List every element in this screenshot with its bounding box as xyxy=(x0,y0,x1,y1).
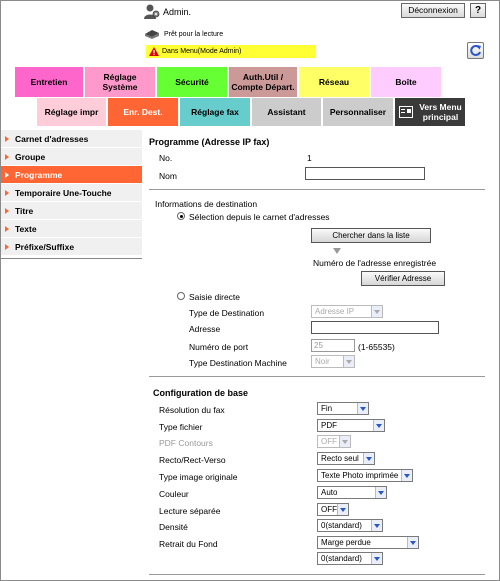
dest-type-select[interactable]: Adresse IP xyxy=(311,305,383,318)
dest-info-label: Informations de destination xyxy=(155,199,258,209)
no-label: No. xyxy=(159,153,173,163)
admin-mode-banner: Dans Menu(Mode Admin) xyxy=(146,45,316,58)
tab-enr-dest[interactable]: Enr. Dest. xyxy=(108,98,179,126)
dest-type-label: Type de Destination xyxy=(189,308,265,318)
address-label: Adresse xyxy=(189,324,221,334)
dropdown-arrow-icon xyxy=(371,553,382,564)
separate-scan-select[interactable]: OFF xyxy=(317,503,349,516)
help-button[interactable]: ? xyxy=(470,3,486,18)
dropdown-arrow-icon xyxy=(363,453,374,464)
duplex-select[interactable]: Recto seul xyxy=(317,452,375,465)
arrow-right-icon xyxy=(5,154,9,160)
dropdown-arrow-icon xyxy=(357,403,368,414)
tab-auth-compte[interactable]: Auth.Util / Compte Départ. xyxy=(229,67,298,97)
admin-user-icon xyxy=(144,4,160,19)
config-label-type-image: Type image originale xyxy=(159,472,238,482)
dropdown-arrow-icon xyxy=(375,487,386,498)
nom-input[interactable] xyxy=(305,167,425,180)
port-input[interactable]: 25 xyxy=(311,339,355,352)
dropdown-arrow-icon xyxy=(371,306,382,317)
search-list-button[interactable]: Chercher dans la liste xyxy=(311,228,431,243)
dropdown-arrow-icon xyxy=(373,420,384,431)
resolution-select[interactable]: Fin xyxy=(317,402,369,415)
admin-label: Admin. xyxy=(163,7,192,17)
mode-label: Dans Menu(Mode Admin) xyxy=(162,48,242,55)
scanner-icon xyxy=(145,30,159,39)
address-input[interactable] xyxy=(311,321,439,334)
port-range: (1-65535) xyxy=(358,342,395,352)
no-value: 1 xyxy=(307,153,312,163)
arrow-right-icon xyxy=(5,172,9,178)
radio-addressbook-label: Sélection depuis le carnet d'adresses xyxy=(189,212,330,222)
dropdown-arrow-icon xyxy=(343,356,354,367)
tab-reglage-systeme[interactable]: Réglage Système xyxy=(85,67,156,97)
sidebar: Carnet d'adresses Groupe Programme Tempo… xyxy=(1,130,142,256)
sidebar-item-prefixe-suffixe[interactable]: Préfixe/Suffixe xyxy=(1,238,142,256)
config-label-retrait-fond: Retrait du Fond xyxy=(159,539,218,549)
tab-reglage-impr[interactable]: Réglage impr xyxy=(37,98,107,126)
arrow-right-icon xyxy=(5,208,9,214)
machine-type-select[interactable]: Noir xyxy=(311,355,355,368)
divider xyxy=(149,189,485,190)
status-label: Prêt pour la lecture xyxy=(164,31,224,38)
sidebar-item-titre[interactable]: Titre xyxy=(1,202,142,220)
tab-reglage-fax[interactable]: Réglage fax xyxy=(180,98,251,126)
machine-type-label: Type Destination Machine xyxy=(189,358,287,368)
port-label: Numéro de port xyxy=(189,342,249,352)
arrow-right-icon xyxy=(5,136,9,142)
dropdown-arrow-icon xyxy=(339,436,350,447)
background-removal-select[interactable]: Marge perdue xyxy=(317,536,419,549)
refresh-button[interactable] xyxy=(467,42,484,59)
color-select[interactable]: Auto xyxy=(317,486,387,499)
config-label-couleur: Couleur xyxy=(159,489,189,499)
sidebar-divider xyxy=(1,258,142,259)
tab-reseau[interactable]: Réseau xyxy=(299,67,370,97)
tab-securite[interactable]: Sécurité xyxy=(157,67,228,97)
arrow-right-icon xyxy=(5,244,9,250)
tab-boite[interactable]: Boîte xyxy=(371,67,442,97)
logout-button[interactable]: Déconnexion xyxy=(401,3,465,18)
menu-icon xyxy=(399,106,413,118)
file-type-select[interactable]: PDF xyxy=(317,419,385,432)
tab-vers-menu-principal[interactable]: Vers Menu principal xyxy=(395,98,466,126)
nom-label: Nom xyxy=(159,171,177,181)
arrow-down-icon xyxy=(333,248,341,254)
registered-number-label: Numéro de l'adresse enregistrée xyxy=(313,258,437,268)
tab-assistant[interactable]: Assistant xyxy=(252,98,322,126)
config-label-pdf-contours: PDF Contours xyxy=(159,438,213,448)
verify-address-button[interactable]: Vérifier Adresse xyxy=(361,271,445,286)
background-level-select[interactable]: 0(standard) xyxy=(317,552,383,565)
radio-direct[interactable] xyxy=(177,292,185,300)
tab-personnaliser[interactable]: Personnaliser xyxy=(323,98,394,126)
arrow-right-icon xyxy=(5,190,9,196)
warning-icon xyxy=(149,47,159,56)
dropdown-arrow-icon xyxy=(401,470,412,481)
config-label-recto-verso: Recto/Rect-Verso xyxy=(159,455,226,465)
config-label-type-fichier: Type fichier xyxy=(159,422,203,432)
image-type-select[interactable]: Texte Photo imprimée xyxy=(317,469,413,482)
pdf-contours-select[interactable]: OFF xyxy=(317,435,351,448)
sidebar-item-texte[interactable]: Texte xyxy=(1,220,142,238)
config-title: Configuration de base xyxy=(153,388,249,398)
sidebar-item-programme[interactable]: Programme xyxy=(1,166,142,184)
config-label-densite: Densité xyxy=(159,522,188,532)
dropdown-arrow-icon xyxy=(371,520,382,531)
radio-direct-label: Saisie directe xyxy=(189,292,241,302)
sidebar-item-carnet-adresses[interactable]: Carnet d'adresses xyxy=(1,130,142,148)
divider xyxy=(149,574,485,575)
arrow-right-icon xyxy=(5,226,9,232)
page-title: Programme (Adresse IP fax) xyxy=(149,137,270,147)
dropdown-arrow-icon xyxy=(407,537,418,548)
dropdown-arrow-icon xyxy=(337,504,348,515)
config-label-resolution: Résolution du fax xyxy=(159,405,225,415)
tab-entretien[interactable]: Entretien xyxy=(15,67,84,97)
divider xyxy=(149,376,485,377)
density-select[interactable]: 0(standard) xyxy=(317,519,383,532)
sidebar-item-temporaire[interactable]: Temporaire Une-Touche xyxy=(1,184,142,202)
config-label-lecture-separee: Lecture séparée xyxy=(159,506,221,516)
radio-addressbook[interactable] xyxy=(177,212,185,220)
refresh-icon xyxy=(470,45,481,56)
sidebar-item-groupe[interactable]: Groupe xyxy=(1,148,142,166)
